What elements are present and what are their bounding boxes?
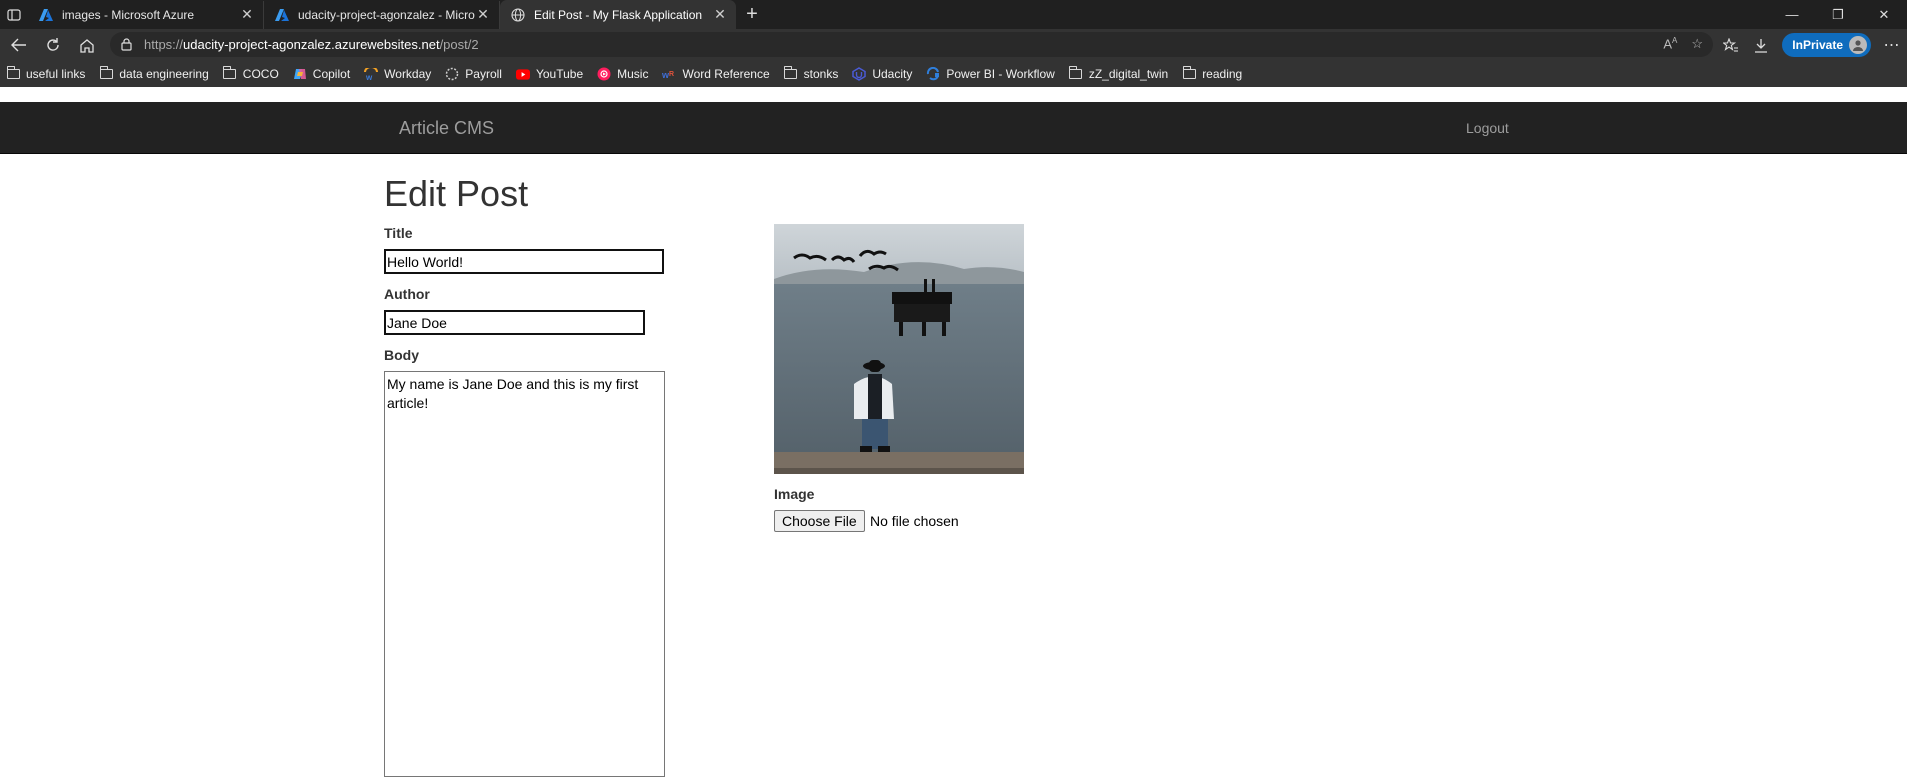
bookmark-coco[interactable]: COCO xyxy=(223,66,279,81)
window-controls: — ❐ ✕ xyxy=(1769,0,1907,29)
page-title: Edit Post xyxy=(384,173,529,214)
minimize-icon[interactable]: — xyxy=(1769,0,1815,29)
azure-icon xyxy=(274,7,290,23)
tab-actions-icon[interactable] xyxy=(0,0,28,29)
inprivate-label: InPrivate xyxy=(1792,38,1843,52)
folder-icon xyxy=(784,66,798,81)
browser-tab-udacity-azure[interactable]: udacity-project-agonzalez - Microsoft Az… xyxy=(264,0,500,29)
bookmark-copilot[interactable]: Copilot xyxy=(293,67,350,81)
udacity-icon xyxy=(852,67,867,81)
folder-icon xyxy=(1069,66,1083,81)
globe-icon xyxy=(510,7,526,23)
app-navbar: Article CMS Logout xyxy=(0,102,1907,154)
close-window-icon[interactable]: ✕ xyxy=(1861,0,1907,29)
close-tab-icon[interactable]: ✕ xyxy=(712,6,728,23)
workday-icon: w xyxy=(364,67,379,81)
music-icon xyxy=(597,67,611,81)
body-textarea[interactable]: My name is Jane Doe and this is my first… xyxy=(384,371,665,777)
bookmarks-bar: useful links data engineering COCO Copil… xyxy=(0,61,1907,87)
url-path: /post/2 xyxy=(439,37,479,52)
youtube-icon xyxy=(515,67,530,81)
url-host: udacity-project-agonzalez.azurewebsites.… xyxy=(183,37,440,52)
bookmark-workday[interactable]: w Workday xyxy=(364,67,431,81)
bookmark-stonks[interactable]: stonks xyxy=(784,66,838,81)
wordreference-icon: wR xyxy=(662,67,676,81)
refresh-icon[interactable] xyxy=(38,30,68,60)
brand-link[interactable]: Article CMS xyxy=(399,118,494,139)
restore-icon[interactable]: ❐ xyxy=(1815,0,1861,29)
bookmark-music[interactable]: Music xyxy=(597,67,648,81)
author-label: Author xyxy=(384,286,430,302)
more-options-icon[interactable]: ⋯ xyxy=(1877,30,1907,60)
author-input[interactable] xyxy=(384,310,645,335)
bookmark-payroll[interactable]: Payroll xyxy=(445,67,502,81)
back-icon[interactable] xyxy=(4,30,34,60)
address-bar[interactable]: https://udacity-project-agonzalez.azurew… xyxy=(110,32,1713,57)
folder-icon xyxy=(223,66,237,81)
image-label: Image xyxy=(774,486,815,502)
profile-avatar-icon xyxy=(1849,36,1867,54)
post-image xyxy=(774,224,1024,474)
bookmark-word-reference[interactable]: w R Word Reference xyxy=(662,67,769,81)
inprivate-button[interactable]: InPrivate xyxy=(1782,33,1871,57)
browser-toolbar: https://udacity-project-agonzalez.azurew… xyxy=(0,29,1907,61)
read-aloud-icon[interactable]: AA xyxy=(1663,36,1677,52)
bookmark-youtube[interactable]: YouTube xyxy=(515,67,583,81)
browser-tab-edit-post[interactable]: Edit Post - My Flask Application ✕ xyxy=(500,0,736,29)
folder-icon xyxy=(1182,66,1196,81)
home-icon[interactable] xyxy=(72,30,102,60)
new-tab-icon[interactable]: + xyxy=(738,1,766,29)
tab-title: images - Microsoft Azure xyxy=(62,7,195,22)
folder-icon xyxy=(6,66,20,81)
web-page: Article CMS Logout Edit Post Title Autho… xyxy=(0,87,1907,777)
downloads-icon[interactable] xyxy=(1746,30,1776,60)
favorite-star-icon[interactable]: ☆ xyxy=(1691,36,1703,52)
powerbi-icon xyxy=(926,67,940,81)
tab-title: udacity-project-agonzalez - Microsoft Az… xyxy=(298,7,475,22)
file-status-text: No file chosen xyxy=(870,513,959,529)
url-scheme: https:// xyxy=(144,37,184,52)
tab-title: Edit Post - My Flask Application xyxy=(534,7,703,22)
folder-icon xyxy=(99,66,113,81)
bookmark-power-bi-workflow[interactable]: Power BI - Workflow xyxy=(926,67,1055,81)
logout-link[interactable]: Logout xyxy=(1466,120,1509,136)
favorites-icon[interactable] xyxy=(1716,30,1746,60)
bookmark-udacity[interactable]: Udacity xyxy=(852,67,912,81)
title-input[interactable] xyxy=(384,249,664,274)
bookmark-useful-links[interactable]: useful links xyxy=(6,66,85,81)
browser-tab-images-azure[interactable]: images - Microsoft Azure ✕ xyxy=(28,0,264,29)
close-tab-icon[interactable]: ✕ xyxy=(239,6,255,23)
body-label: Body xyxy=(384,347,419,363)
svg-text:R: R xyxy=(669,71,674,78)
choose-file-button[interactable]: Choose File xyxy=(774,510,865,532)
copilot-icon xyxy=(293,67,307,81)
bookmark-zz-digital-twin[interactable]: zZ_digital_twin xyxy=(1069,66,1168,81)
bookmark-reading[interactable]: reading xyxy=(1182,66,1242,81)
browser-tab-strip: images - Microsoft Azure ✕ udacity-proje… xyxy=(0,0,1907,29)
bookmark-data-engineering[interactable]: data engineering xyxy=(99,66,209,81)
azure-icon xyxy=(38,7,54,23)
title-label: Title xyxy=(384,225,413,241)
svg-text:w: w xyxy=(365,73,373,80)
lock-icon[interactable] xyxy=(118,37,134,53)
payroll-icon xyxy=(445,67,459,81)
close-tab-icon[interactable]: ✕ xyxy=(475,6,491,23)
